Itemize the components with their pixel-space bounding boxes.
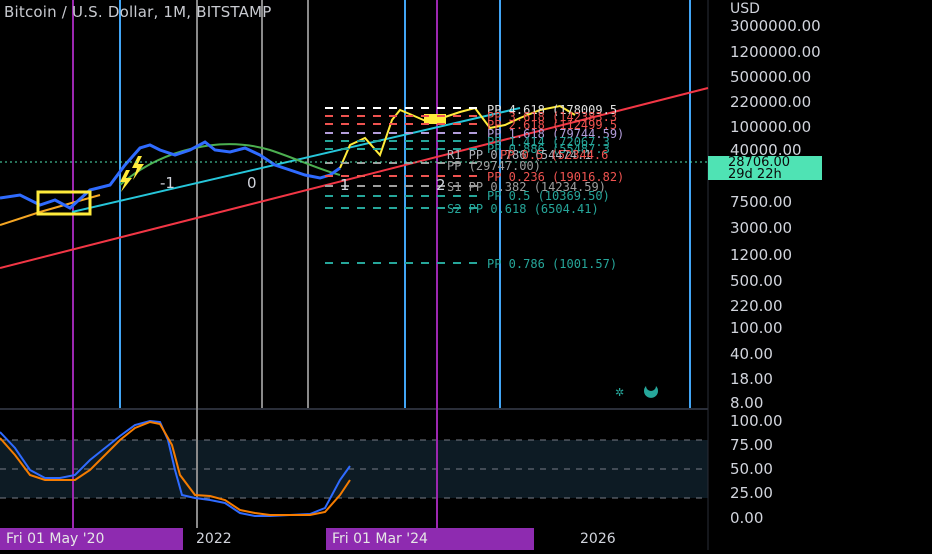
price-axis-tick[interactable]: 220000.00 [730,93,811,111]
price-axis-tick[interactable]: 100000.00 [730,118,811,136]
price-axis-tick[interactable]: 3000.00 [730,219,792,237]
price-axis-tick[interactable]: 220.00 [730,297,783,315]
wave-label: 0 [247,174,257,192]
time-tick-2022: 2022 [196,531,232,547]
currency-label[interactable]: USD [730,1,760,17]
oscillator-axis-tick[interactable]: 0.00 [730,509,763,527]
symbol-title[interactable]: Bitcoin / U.S. Dollar, 1M, BITSTAMP [4,3,271,21]
oscillator-axis[interactable]: 100.00 75.00 50.00 25.00 0.00 [730,412,783,527]
pivot-label: PP 0.5 (10369.50) [487,189,610,203]
price-axis-tick[interactable]: 8.00 [730,394,763,412]
price-axis-tick[interactable]: 18.00 [730,370,773,388]
oscillator-axis-tick[interactable]: 25.00 [730,484,773,502]
price-axis-tick[interactable]: 3000000.00 [730,17,821,35]
last-price-badge: 28706.00 29d 22h [708,156,822,182]
price-axis-tick[interactable]: 100.00 [730,319,783,337]
time-tick-2026: 2026 [580,531,616,547]
price-axis-tick[interactable]: 1200.00 [730,246,792,264]
svg-text:✲: ✲ [615,386,624,399]
price-axis-tick[interactable]: 7500.00 [730,193,792,211]
wave-label: -1 [160,174,175,192]
wave-label: 1 [340,176,350,194]
crosshair-date-right: Fri 01 Mar '24 [326,528,534,550]
oscillator-axis-tick[interactable]: 100.00 [730,412,783,430]
pivot-label: S2 PP 0.618 (6504.41) [447,202,599,216]
oscillator-axis-tick[interactable]: 50.00 [730,460,773,478]
crosshair-date-left: Fri 01 May '20 [0,528,183,550]
price-axis-tick[interactable]: 40.00 [730,345,773,363]
price-axis-tick[interactable]: 500.00 [730,272,783,290]
price-axis-tick[interactable]: 1200000.00 [730,43,821,61]
price-axis-tick[interactable]: 500000.00 [730,68,811,86]
oscillator-axis-tick[interactable]: 75.00 [730,436,773,454]
price-axis[interactable]: 3000000.00 1200000.00 500000.00 220000.00 10… [730,17,821,412]
bar-countdown: 29d 22h [728,167,782,182]
chart-area[interactable]: PP 4.618 (178009.5 PP 3.618 (142383.3 PP… [0,0,932,550]
wave-label: 2 [436,176,446,194]
pivot-label: PP 0.786 (1001.57) [487,257,617,271]
